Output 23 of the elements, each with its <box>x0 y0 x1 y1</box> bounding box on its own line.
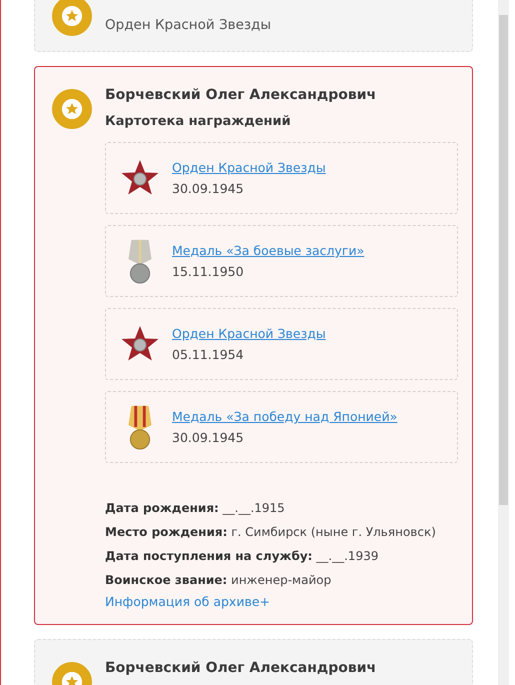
award-date: 30.09.1945 <box>172 181 245 196</box>
star-badge-icon <box>52 0 92 36</box>
archive-info-link[interactable]: Информация об архиве+ <box>105 594 458 609</box>
result-card[interactable]: Орден Красной Звезды <box>34 0 474 52</box>
detail-line: Воинское звание: инженер-майор <box>105 572 332 589</box>
detail-line: Место рождения: г. Симбирск (ныне г. Ульяновск) <box>105 524 437 541</box>
award-link[interactable]: Орден Красной Звезды <box>172 326 326 341</box>
award-date: 15.11.1950 <box>172 264 245 279</box>
award-link[interactable]: Медаль «За победу над Японией» <box>172 409 398 424</box>
award-date: 30.09.1945 <box>172 430 245 445</box>
detail-line: Дата рождения: __.__.1915 <box>105 500 286 517</box>
scrollbar[interactable] <box>498 0 509 685</box>
section-heading: Картотека награждений <box>105 114 292 129</box>
award-date: 05.11.1954 <box>172 347 245 362</box>
award-name: Орден Красной Звезды <box>105 17 272 33</box>
award-link[interactable]: Медаль «За боевые заслуги» <box>172 243 364 258</box>
award-link[interactable]: Орден Красной Звезды <box>172 160 326 175</box>
person-name: Борчевский Олег Александрович <box>105 86 378 105</box>
result-card[interactable]: Борчевский Олег Александрович <box>34 639 474 685</box>
person-name: Борчевский Олег Александрович <box>105 659 378 678</box>
detail-line: Дата поступления на службу: __.__.1939 <box>105 548 380 565</box>
result-card[interactable] <box>34 66 474 625</box>
star-badge-icon <box>52 89 92 129</box>
